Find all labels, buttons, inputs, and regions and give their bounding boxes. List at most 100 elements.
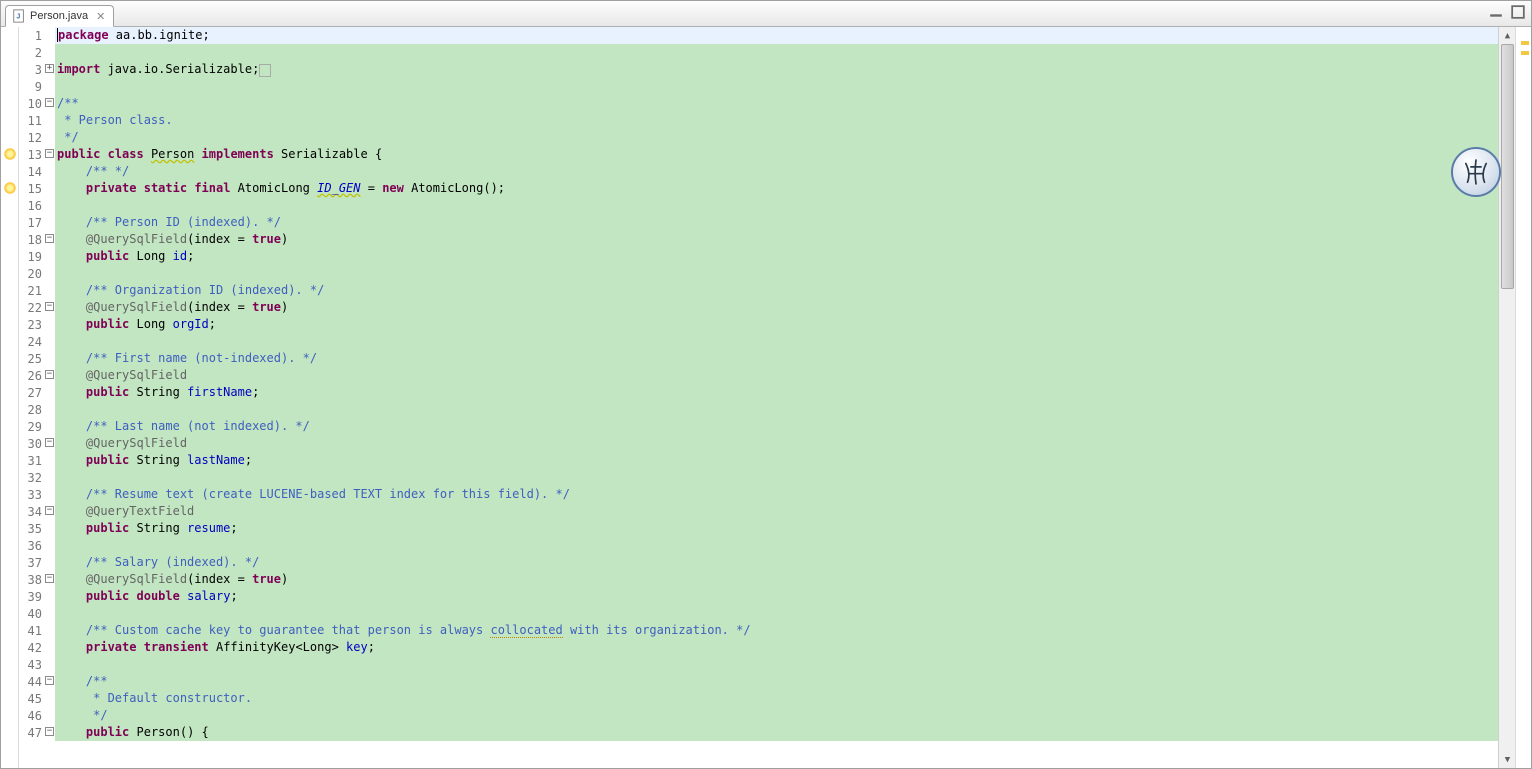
vertical-scrollbar[interactable]: ▲ ▼ [1498,27,1515,768]
overview-ruler[interactable] [1515,27,1531,768]
code-line[interactable]: public String lastName; [55,452,1498,469]
fold-collapse-icon[interactable]: − [45,438,54,447]
code-line[interactable]: /** Person ID (indexed). */ [55,214,1498,231]
fold-collapse-icon[interactable]: − [45,574,54,583]
fold-collapse-icon[interactable]: − [45,302,54,311]
code-line[interactable]: /** [55,95,1498,112]
code-line[interactable]: public Long id; [55,248,1498,265]
scroll-down-arrow-icon[interactable]: ▼ [1499,751,1516,768]
line-number: 43 [19,657,45,674]
code-line[interactable] [55,197,1498,214]
code-line[interactable]: @QuerySqlField [55,367,1498,384]
editor-body: 1239101112131415161718192021222324252627… [1,27,1531,768]
line-number: 23 [19,317,45,334]
line-number: 36 [19,538,45,555]
line-number: 29 [19,419,45,436]
code-line[interactable]: public class Person implements Serializa… [55,146,1498,163]
fold-collapse-icon[interactable]: − [45,98,54,107]
code-line[interactable]: public double salary; [55,588,1498,605]
code-line[interactable]: public Long orgId; [55,316,1498,333]
code-line[interactable]: /** */ [55,163,1498,180]
line-number: 12 [19,130,45,147]
code-line[interactable]: @QuerySqlField(index = true) [55,299,1498,316]
code-line[interactable] [55,537,1498,554]
code-line[interactable]: public String firstName; [55,384,1498,401]
code-line[interactable]: @QuerySqlField [55,435,1498,452]
fold-collapse-icon[interactable]: − [45,234,54,243]
code-line[interactable]: package aa.bb.ignite; [55,27,1498,44]
svg-text:J: J [16,14,20,21]
line-number: 33 [19,487,45,504]
line-number: 13 [19,147,45,164]
code-line[interactable]: private static final AtomicLong ID_GEN =… [55,180,1498,197]
code-line[interactable]: */ [55,129,1498,146]
code-line[interactable] [55,401,1498,418]
fold-collapse-icon[interactable]: − [45,676,54,685]
overview-mark[interactable] [1521,51,1529,55]
line-number: 26 [19,368,45,385]
code-line[interactable] [55,333,1498,350]
tab-bar: J Person.java ✕ [1,1,1531,27]
line-number: 35 [19,521,45,538]
line-number: 14 [19,164,45,181]
editor-tab[interactable]: J Person.java ✕ [5,5,114,27]
line-number: 19 [19,249,45,266]
code-line[interactable]: public Person() { [55,724,1498,741]
line-number: 42 [19,640,45,657]
fold-collapse-icon[interactable]: − [45,727,54,736]
code-line[interactable] [55,656,1498,673]
editor-container: J Person.java ✕ 123910111213141516171819… [0,0,1532,769]
code-line[interactable]: @QueryTextField [55,503,1498,520]
code-line[interactable]: @QuerySqlField(index = true) [55,571,1498,588]
code-line[interactable]: private transient AffinityKey<Long> key; [55,639,1498,656]
warning-marker-icon[interactable] [3,147,17,161]
warning-marker-icon[interactable] [3,181,17,195]
code-line[interactable] [55,605,1498,622]
scroll-thumb[interactable] [1501,44,1514,289]
line-number: 40 [19,606,45,623]
line-number: 39 [19,589,45,606]
code-line[interactable]: * Default constructor. [55,690,1498,707]
code-line[interactable]: * Person class. [55,112,1498,129]
code-line[interactable]: /** [55,673,1498,690]
line-number: 32 [19,470,45,487]
line-number: 3 [19,62,45,79]
fold-collapse-icon[interactable]: − [45,370,54,379]
code-line[interactable]: @QuerySqlField(index = true) [55,231,1498,248]
line-number: 28 [19,402,45,419]
code-line[interactable]: /** Salary (indexed). */ [55,554,1498,571]
close-icon[interactable]: ✕ [96,10,105,23]
scroll-up-arrow-icon[interactable]: ▲ [1499,27,1516,44]
code-line[interactable]: import java.io.Serializable; [55,61,1498,78]
tab-label: Person.java [30,10,88,22]
minimize-view-icon[interactable] [1489,5,1503,19]
line-number: 25 [19,351,45,368]
fold-ruler: + − − − − − − − − − − [45,27,55,768]
line-number: 45 [19,691,45,708]
code-line[interactable]: /** Organization ID (indexed). */ [55,282,1498,299]
line-number: 15 [19,181,45,198]
fold-collapse-icon[interactable]: − [45,506,54,515]
fold-collapse-icon[interactable]: − [45,149,54,158]
code-line[interactable]: public String resume; [55,520,1498,537]
java-file-icon: J [12,9,26,23]
code-line[interactable] [55,265,1498,282]
overview-mark[interactable] [1521,41,1529,45]
line-number: 34 [19,504,45,521]
code-line[interactable]: /** Resume text (create LUCENE-based TEX… [55,486,1498,503]
line-number: 11 [19,113,45,130]
fold-expand-icon[interactable]: + [45,64,54,73]
code-line[interactable]: /** Last name (not indexed). */ [55,418,1498,435]
code-line[interactable] [55,78,1498,95]
line-number: 24 [19,334,45,351]
code-line[interactable] [55,469,1498,486]
code-line[interactable]: /** First name (not-indexed). */ [55,350,1498,367]
code-line[interactable]: /** Custom cache key to guarantee that p… [55,622,1498,639]
line-number: 1 [19,28,45,45]
code-area[interactable]: package aa.bb.ignite; import java.io.Seri… [55,27,1498,768]
code-line[interactable]: */ [55,707,1498,724]
code-line[interactable] [55,44,1498,61]
line-number: 18 [19,232,45,249]
maximize-view-icon[interactable] [1511,5,1525,19]
line-number: 10 [19,96,45,113]
